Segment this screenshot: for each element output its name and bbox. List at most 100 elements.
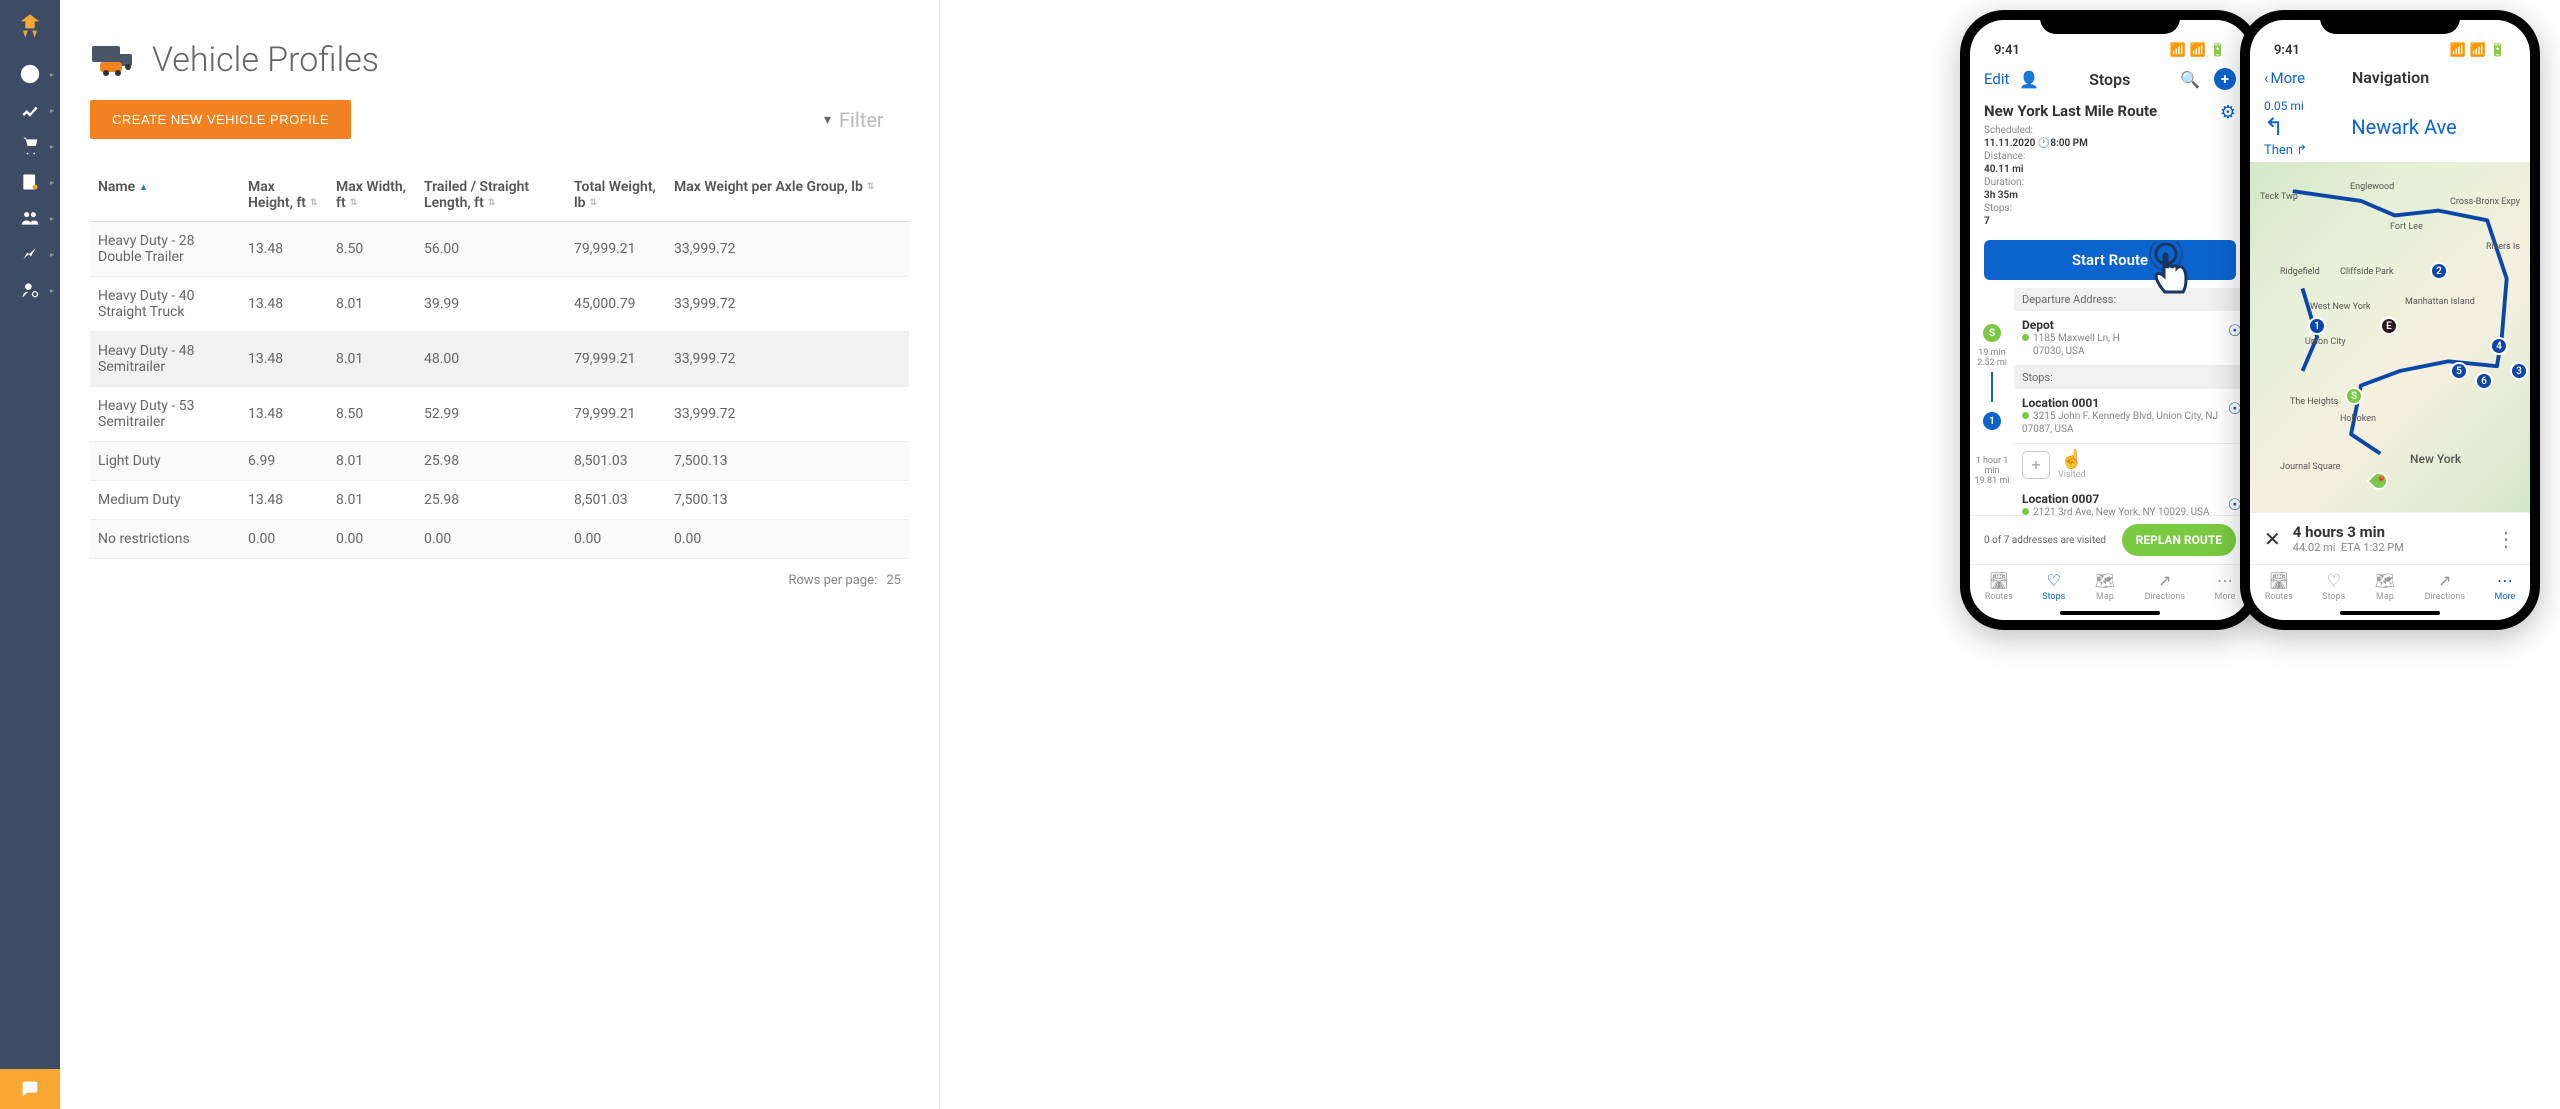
fingerprint-icon[interactable]: ☝ [2061, 449, 2083, 470]
edit-button[interactable]: Edit [1984, 70, 2009, 88]
status-time: 9:41 [1994, 43, 2020, 58]
map-icon: 🗺 [2095, 571, 2115, 590]
stops-header: Stops: [2014, 366, 2250, 389]
trip-summary: ✕ 4 hours 3 min 44.02 mi ETA 1:32 PM ⋮ [2250, 512, 2530, 564]
sidebar-item-book[interactable]: ▸ [0, 164, 60, 200]
visited-count: 0 of 7 addresses are visited [1984, 535, 2106, 546]
phone-stops: 9:41 📶 📶 🔋 Edit 👤 Stops 🔍 + ⚙ [1960, 10, 2260, 630]
sidebar-item-analytics[interactable]: ▸ [0, 92, 60, 128]
more-icon: ⋯ [2497, 571, 2513, 590]
timeline-start-marker: S [1983, 324, 2001, 342]
nav-title: Stops [2089, 70, 2130, 89]
col-total-weight[interactable]: Total Weight, lb⇅ [566, 169, 666, 222]
nav-bar: ‹More Navigation [2250, 60, 2530, 95]
start-route-button[interactable]: Start Route [1984, 240, 2236, 280]
filter-wrap: ▾ [824, 108, 899, 132]
sidebar-chat[interactable] [0, 1069, 60, 1109]
more-icon[interactable]: ⋮ [2496, 527, 2516, 551]
sidebar-item-users[interactable]: ▸ [0, 200, 60, 236]
add-button[interactable]: + [2214, 68, 2236, 90]
map-icon: 🗺 [2375, 571, 2395, 590]
col-axle-weight[interactable]: Max Weight per Axle Group, lb⇅ [666, 169, 909, 222]
footer-row: 0 of 7 addresses are visited REPLAN ROUT… [1970, 515, 2250, 564]
tab-stops[interactable]: ♡Stops [2042, 571, 2065, 602]
routes-icon: 🛣 [1989, 571, 2009, 590]
table-row[interactable]: Heavy Duty - 28 Double Trailer13.488.505… [90, 222, 909, 277]
tab-directions[interactable]: ↗Directions [2145, 571, 2185, 602]
col-max-height[interactable]: Max Height, ft⇅ [240, 169, 328, 222]
signal-icon: 📶 [2169, 43, 2185, 58]
more-icon: ⋯ [2217, 571, 2233, 590]
page-header: Vehicle Profiles [90, 40, 909, 80]
stops-list: S 19 min 2.52 mi 1 1 hour 1 min 19.81 mi… [1970, 288, 2250, 515]
sidebar-item-trends[interactable]: ▸ [0, 236, 60, 272]
rows-per-page-label: Rows per page: [788, 573, 877, 588]
search-icon[interactable]: 🔍 [2180, 70, 2200, 89]
depot-stop[interactable]: Depot 1185 Maxwell Ln, H 07030, USA ☉ [2014, 311, 2250, 366]
map[interactable]: 2 1 E 4 5 6 3 S 📍 Englewood Fort Lee Rid… [2250, 162, 2530, 512]
sidebar-item-help[interactable]: ▸ [0, 56, 60, 92]
status-time: 9:41 [2274, 43, 2300, 58]
filter-icon: ▾ [824, 112, 831, 128]
close-button[interactable]: ✕ [2264, 527, 2281, 551]
battery-icon: 🔋 [2210, 43, 2226, 58]
sidebar-item-user-settings[interactable]: ▸ [0, 272, 60, 308]
vehicle-profiles-icon [90, 40, 138, 80]
tab-stops[interactable]: ♡Stops [2322, 571, 2345, 602]
sidebar: ▸ ▸ ▸ ▸ ▸ ▸ ▸ [0, 0, 60, 1109]
rows-per-page-value[interactable]: 25 [886, 573, 901, 588]
create-vehicle-profile-button[interactable]: CREATE NEW VEHICLE PROFILE [90, 100, 351, 139]
table-row[interactable]: No restrictions0.000.000.000.000.00 [90, 520, 909, 559]
table-row[interactable]: Heavy Duty - 53 Semitrailer13.488.5052.9… [90, 387, 909, 442]
filter-input[interactable] [839, 108, 899, 132]
vehicle-profiles-table: Name▲ Max Height, ft⇅ Max Width, ft⇅ Tra… [90, 169, 909, 559]
timeline-stop-1-marker: 1 [1983, 412, 2001, 430]
turn-right-icon: ↱ [2296, 143, 2307, 158]
nav-bar: Edit 👤 Stops 🔍 + [1970, 60, 2250, 98]
tab-map[interactable]: 🗺Map [2375, 571, 2395, 602]
tab-more[interactable]: ⋯More [2494, 571, 2515, 602]
stops-icon: ♡ [2327, 571, 2341, 590]
col-name[interactable]: Name▲ [90, 169, 240, 222]
nav-title: Navigation [2265, 68, 2516, 87]
wifi-icon: 📶 [2470, 43, 2486, 58]
stops-icon: ♡ [2047, 571, 2061, 590]
gear-icon[interactable]: ⚙ [2220, 102, 2236, 123]
person-icon[interactable]: 👤 [2019, 70, 2039, 89]
tab-directions[interactable]: ↗Directions [2425, 571, 2465, 602]
tab-map[interactable]: 🗺Map [2095, 571, 2115, 602]
battery-icon: 🔋 [2490, 43, 2506, 58]
table-row[interactable]: Heavy Duty - 40 Straight Truck13.488.013… [90, 277, 909, 332]
stop-item-1[interactable]: Location 0001 3215 John F. Kennedy Blvd,… [2014, 389, 2250, 444]
trip-duration: 4 hours 3 min [2293, 523, 2484, 541]
main-content: Vehicle Profiles CREATE NEW VEHICLE PROF… [60, 0, 940, 1109]
toolbar: CREATE NEW VEHICLE PROFILE ▾ [90, 100, 909, 139]
route-card: ⚙ New York Last Mile Route Scheduled: 11… [1970, 98, 2250, 232]
hand-cursor-icon [2146, 242, 2206, 312]
add-note-button[interactable]: + [2022, 451, 2050, 479]
table-footer: Rows per page: 25 [90, 559, 909, 602]
routes-icon: 🛣 [2269, 571, 2289, 590]
directions-icon: ↗ [2158, 571, 2171, 590]
directions-icon: ↗ [2438, 571, 2451, 590]
table-row[interactable]: Medium Duty13.488.0125.988,501.037,500.1… [90, 481, 909, 520]
route-name: New York Last Mile Route [1984, 102, 2236, 120]
replan-route-button[interactable]: REPLAN ROUTE [2122, 524, 2236, 556]
turn-left-icon: ↰ [2264, 113, 2284, 141]
app-logo[interactable] [14, 10, 46, 42]
table-row[interactable]: Light Duty6.998.0125.988,501.037,500.13 [90, 442, 909, 481]
table-row[interactable]: Heavy Duty - 48 Semitrailer13.488.0148.0… [90, 332, 909, 387]
tab-more[interactable]: ⋯More [2214, 571, 2235, 602]
page-title: Vehicle Profiles [152, 40, 379, 80]
wifi-icon: 📶 [2190, 43, 2206, 58]
sidebar-item-cart[interactable]: ▸ [0, 128, 60, 164]
departure-header: Departure Address: [2014, 288, 2250, 311]
direction-step: 0.05 mi ↰Newark Ave Then ↱ [2250, 95, 2530, 162]
col-length[interactable]: Trailed / Straight Length, ft⇅ [416, 169, 566, 222]
tab-routes[interactable]: 🛣Routes [1985, 571, 2013, 602]
phone-navigation: 9:41 📶📶🔋 ‹More Navigation 0.05 mi ↰Newar… [2240, 10, 2540, 630]
phones-mockup: 9:41 📶 📶 🔋 Edit 👤 Stops 🔍 + ⚙ [1960, 10, 2540, 630]
tab-routes[interactable]: 🛣Routes [2265, 571, 2293, 602]
stop-item-7[interactable]: Location 0007 2121 3rd Ave, New York, NY… [2014, 485, 2250, 515]
col-max-width[interactable]: Max Width, ft⇅ [328, 169, 416, 222]
